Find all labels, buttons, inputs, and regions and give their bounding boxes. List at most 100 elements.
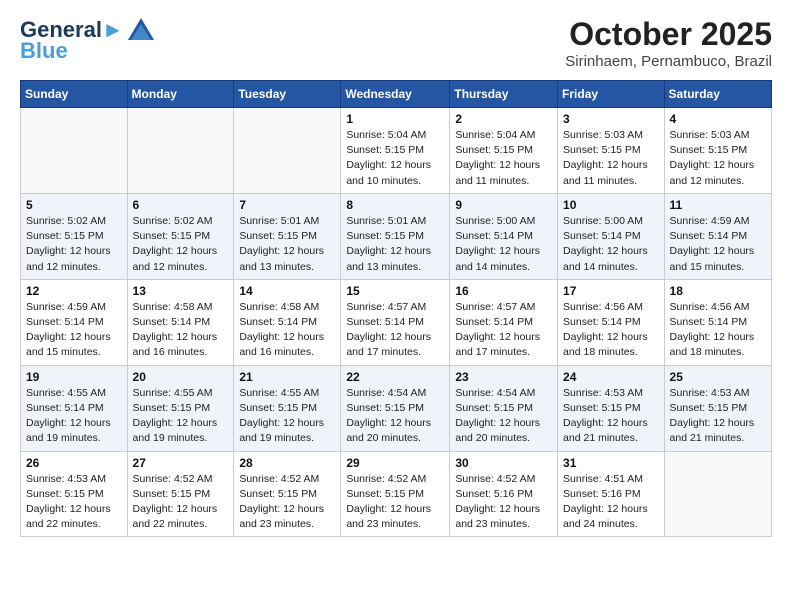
- calendar-cell: [234, 108, 341, 194]
- day-info: Sunrise: 5:04 AM Sunset: 5:15 PM Dayligh…: [346, 128, 444, 189]
- day-number: 10: [563, 198, 659, 212]
- calendar-header-friday: Friday: [558, 81, 665, 108]
- day-number: 5: [26, 198, 122, 212]
- day-info: Sunrise: 4:54 AM Sunset: 5:15 PM Dayligh…: [346, 386, 444, 447]
- day-number: 16: [455, 284, 552, 298]
- day-info: Sunrise: 4:57 AM Sunset: 5:14 PM Dayligh…: [346, 300, 444, 361]
- calendar-cell: 5 Sunrise: 5:02 AM Sunset: 5:15 PM Daylig…: [21, 193, 128, 279]
- page: General► Blue October 2025 Sirinhaem, Pe…: [0, 0, 792, 553]
- day-info: Sunrise: 4:52 AM Sunset: 5:15 PM Dayligh…: [346, 472, 444, 533]
- day-number: 29: [346, 456, 444, 470]
- day-number: 31: [563, 456, 659, 470]
- day-number: 12: [26, 284, 122, 298]
- calendar-header-tuesday: Tuesday: [234, 81, 341, 108]
- day-info: Sunrise: 4:53 AM Sunset: 5:15 PM Dayligh…: [26, 472, 122, 533]
- day-info: Sunrise: 4:57 AM Sunset: 5:14 PM Dayligh…: [455, 300, 552, 361]
- day-info: Sunrise: 4:52 AM Sunset: 5:15 PM Dayligh…: [133, 472, 229, 533]
- calendar-cell: 2 Sunrise: 5:04 AM Sunset: 5:15 PM Daylig…: [450, 108, 558, 194]
- calendar-header-wednesday: Wednesday: [341, 81, 450, 108]
- calendar-cell: 29 Sunrise: 4:52 AM Sunset: 5:15 PM Dayli…: [341, 451, 450, 537]
- day-number: 6: [133, 198, 229, 212]
- day-number: 3: [563, 112, 659, 126]
- day-number: 28: [239, 456, 335, 470]
- day-info: Sunrise: 4:54 AM Sunset: 5:15 PM Dayligh…: [455, 386, 552, 447]
- day-info: Sunrise: 5:01 AM Sunset: 5:15 PM Dayligh…: [239, 214, 335, 275]
- day-info: Sunrise: 4:59 AM Sunset: 5:14 PM Dayligh…: [26, 300, 122, 361]
- calendar-cell: 3 Sunrise: 5:03 AM Sunset: 5:15 PM Daylig…: [558, 108, 665, 194]
- calendar-cell: 4Sunrise: 5:03 AM Sunset: 5:15 PM Daylig…: [664, 108, 771, 194]
- calendar-cell: 17 Sunrise: 4:56 AM Sunset: 5:14 PM Dayli…: [558, 279, 665, 365]
- month-title: October 2025: [565, 16, 772, 53]
- calendar-header-thursday: Thursday: [450, 81, 558, 108]
- day-number: 2: [455, 112, 552, 126]
- calendar-cell: 26 Sunrise: 4:53 AM Sunset: 5:15 PM Dayli…: [21, 451, 128, 537]
- day-info: Sunrise: 4:58 AM Sunset: 5:14 PM Dayligh…: [239, 300, 335, 361]
- logo-icon: [126, 16, 156, 44]
- calendar-cell: 14 Sunrise: 4:58 AM Sunset: 5:14 PM Dayli…: [234, 279, 341, 365]
- day-number: 22: [346, 370, 444, 384]
- day-info: Sunrise: 4:53 AM Sunset: 5:15 PM Dayligh…: [563, 386, 659, 447]
- logo-blue: Blue: [20, 42, 156, 60]
- day-number: 23: [455, 370, 552, 384]
- day-number: 14: [239, 284, 335, 298]
- calendar-week-1: 1 Sunrise: 5:04 AM Sunset: 5:15 PM Daylig…: [21, 108, 772, 194]
- day-info: Sunrise: 4:59 AM Sunset: 5:14 PM Dayligh…: [670, 214, 766, 275]
- calendar-cell: 22 Sunrise: 4:54 AM Sunset: 5:15 PM Dayli…: [341, 365, 450, 451]
- calendar-cell: 20 Sunrise: 4:55 AM Sunset: 5:15 PM Dayli…: [127, 365, 234, 451]
- day-info: Sunrise: 4:55 AM Sunset: 5:14 PM Dayligh…: [26, 386, 122, 447]
- day-number: 8: [346, 198, 444, 212]
- calendar-cell: 13Sunrise: 4:58 AM Sunset: 5:14 PM Dayli…: [127, 279, 234, 365]
- day-info: Sunrise: 4:56 AM Sunset: 5:14 PM Dayligh…: [563, 300, 659, 361]
- day-info: Sunrise: 4:51 AM Sunset: 5:16 PM Dayligh…: [563, 472, 659, 533]
- day-info: Sunrise: 4:55 AM Sunset: 5:15 PM Dayligh…: [133, 386, 229, 447]
- calendar-cell: [127, 108, 234, 194]
- title-block: October 2025 Sirinhaem, Pernambuco, Braz…: [565, 16, 772, 70]
- day-number: 30: [455, 456, 552, 470]
- calendar-cell: 12 Sunrise: 4:59 AM Sunset: 5:14 PM Dayli…: [21, 279, 128, 365]
- calendar-cell: 25 Sunrise: 4:53 AM Sunset: 5:15 PM Dayli…: [664, 365, 771, 451]
- calendar-cell: 30Sunrise: 4:52 AM Sunset: 5:16 PM Dayli…: [450, 451, 558, 537]
- day-info: Sunrise: 5:02 AM Sunset: 5:15 PM Dayligh…: [26, 214, 122, 275]
- day-number: 20: [133, 370, 229, 384]
- calendar: SundayMondayTuesdayWednesdayThursdayFrid…: [20, 80, 772, 537]
- day-info: Sunrise: 4:58 AM Sunset: 5:14 PM Dayligh…: [133, 300, 229, 361]
- day-info: Sunrise: 4:53 AM Sunset: 5:15 PM Dayligh…: [670, 386, 766, 447]
- calendar-header-monday: Monday: [127, 81, 234, 108]
- day-info: Sunrise: 5:01 AM Sunset: 5:15 PM Dayligh…: [346, 214, 444, 275]
- day-number: 26: [26, 456, 122, 470]
- logo: General► Blue: [20, 16, 156, 60]
- calendar-header-row: SundayMondayTuesdayWednesdayThursdayFrid…: [21, 81, 772, 108]
- calendar-week-3: 12 Sunrise: 4:59 AM Sunset: 5:14 PM Dayli…: [21, 279, 772, 365]
- day-number: 15: [346, 284, 444, 298]
- calendar-header-saturday: Saturday: [664, 81, 771, 108]
- day-info: Sunrise: 5:02 AM Sunset: 5:15 PM Dayligh…: [133, 214, 229, 275]
- day-number: 24: [563, 370, 659, 384]
- calendar-cell: 16 Sunrise: 4:57 AM Sunset: 5:14 PM Dayli…: [450, 279, 558, 365]
- calendar-cell: 10 Sunrise: 5:00 AM Sunset: 5:14 PM Dayli…: [558, 193, 665, 279]
- calendar-cell: 8 Sunrise: 5:01 AM Sunset: 5:15 PM Daylig…: [341, 193, 450, 279]
- day-info: Sunrise: 5:00 AM Sunset: 5:14 PM Dayligh…: [455, 214, 552, 275]
- day-info: Sunrise: 5:04 AM Sunset: 5:15 PM Dayligh…: [455, 128, 552, 189]
- day-info: Sunrise: 5:03 AM Sunset: 5:15 PM Dayligh…: [563, 128, 659, 189]
- day-number: 1: [346, 112, 444, 126]
- calendar-cell: 9Sunrise: 5:00 AM Sunset: 5:14 PM Daylig…: [450, 193, 558, 279]
- day-number: 25: [670, 370, 766, 384]
- day-info: Sunrise: 4:55 AM Sunset: 5:15 PM Dayligh…: [239, 386, 335, 447]
- day-number: 17: [563, 284, 659, 298]
- day-info: Sunrise: 5:00 AM Sunset: 5:14 PM Dayligh…: [563, 214, 659, 275]
- day-number: 18: [670, 284, 766, 298]
- calendar-header-sunday: Sunday: [21, 81, 128, 108]
- day-info: Sunrise: 4:56 AM Sunset: 5:14 PM Dayligh…: [670, 300, 766, 361]
- location-title: Sirinhaem, Pernambuco, Brazil: [565, 53, 772, 70]
- calendar-cell: [664, 451, 771, 537]
- calendar-week-4: 19 Sunrise: 4:55 AM Sunset: 5:14 PM Dayli…: [21, 365, 772, 451]
- calendar-cell: 11 Sunrise: 4:59 AM Sunset: 5:14 PM Dayli…: [664, 193, 771, 279]
- calendar-cell: 7Sunrise: 5:01 AM Sunset: 5:15 PM Daylig…: [234, 193, 341, 279]
- calendar-cell: 24 Sunrise: 4:53 AM Sunset: 5:15 PM Dayli…: [558, 365, 665, 451]
- day-number: 19: [26, 370, 122, 384]
- calendar-cell: 6 Sunrise: 5:02 AM Sunset: 5:15 PM Daylig…: [127, 193, 234, 279]
- day-number: 11: [670, 198, 766, 212]
- calendar-week-2: 5 Sunrise: 5:02 AM Sunset: 5:15 PM Daylig…: [21, 193, 772, 279]
- calendar-cell: 27Sunrise: 4:52 AM Sunset: 5:15 PM Dayli…: [127, 451, 234, 537]
- calendar-cell: 21Sunrise: 4:55 AM Sunset: 5:15 PM Dayli…: [234, 365, 341, 451]
